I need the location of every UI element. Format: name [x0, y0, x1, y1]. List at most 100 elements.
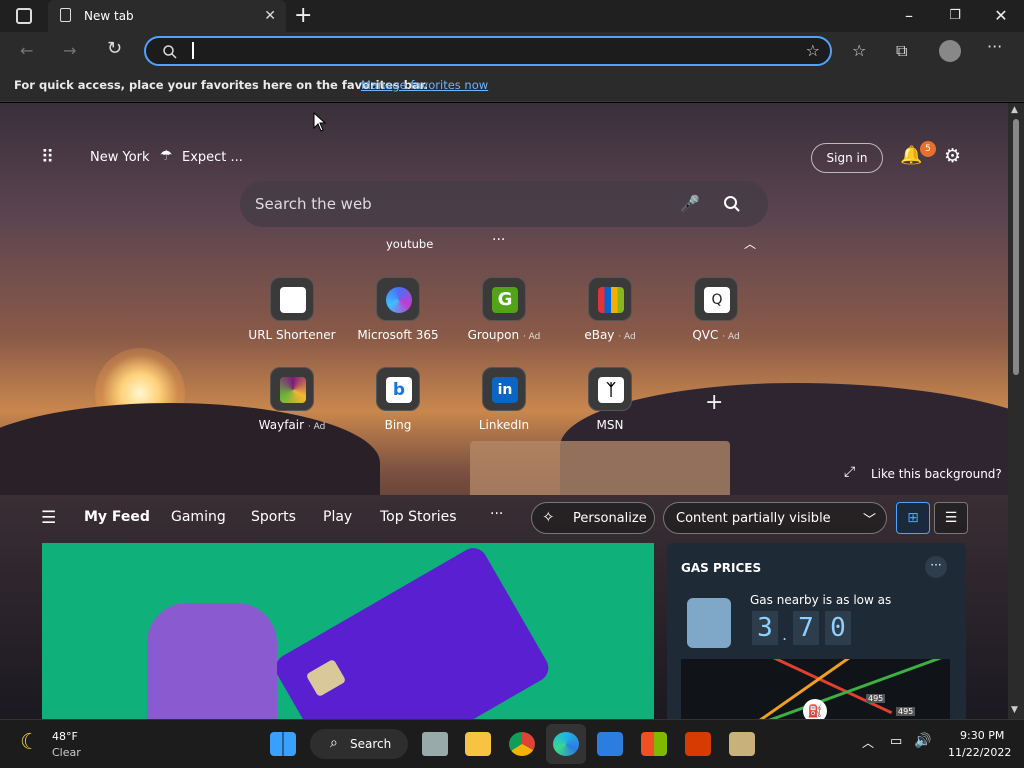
sign-in-button[interactable]: Sign in [811, 143, 883, 173]
tab-new-tab[interactable]: New tab ✕ [48, 0, 286, 32]
personalize-label: Personalize [573, 511, 647, 526]
taskbar-time[interactable]: 9:30 PM [960, 729, 1004, 742]
tab-play[interactable]: Play [323, 509, 352, 525]
web-search-icon[interactable] [723, 195, 741, 213]
new-tab-button[interactable]: + [294, 3, 312, 28]
more-icon[interactable]: ··· [987, 37, 1002, 56]
traffic-map[interactable]: 495 495 ⛽ [681, 659, 950, 719]
qvc-icon: Q [704, 287, 730, 313]
feed-more-icon[interactable]: ··· [490, 506, 503, 522]
web-search-input[interactable]: Search the web [255, 195, 372, 213]
scroll-up-icon[interactable]: ▲ [1011, 105, 1018, 115]
chevron-down-icon: ﹀ [862, 513, 876, 528]
ad-label: · Ad [618, 332, 636, 342]
chrome-icon[interactable] [509, 732, 535, 756]
add-favorite-icon[interactable]: ☆ [806, 41, 820, 60]
scrollbar-thumb[interactable] [1013, 119, 1019, 375]
quick-link-msn[interactable]: ᛉ [588, 367, 632, 411]
news-card-credit[interactable] [42, 543, 654, 719]
microphone-icon[interactable]: 🎤 [680, 194, 700, 213]
edge-icon[interactable] [553, 732, 579, 756]
minimize-icon[interactable]: – [894, 6, 924, 25]
mail-icon[interactable] [597, 732, 623, 756]
trending-more-icon[interactable]: ··· [492, 232, 505, 248]
list-view-button[interactable]: ☰ [934, 502, 968, 534]
price-digit-3: 0 [825, 611, 851, 645]
url-shortener-icon [280, 287, 306, 313]
quick-link-label-text: URL Shortener [248, 328, 336, 342]
taskbar-search-label: Search [350, 737, 392, 751]
gas-prices-widget[interactable]: GAS PRICES ··· Gas nearby is as low as 3… [667, 543, 966, 719]
start-button[interactable] [270, 732, 296, 756]
scroll-down-icon[interactable]: ▼ [1011, 705, 1018, 715]
widget-more-button[interactable]: ··· [925, 556, 947, 578]
trending-4[interactable]: youtube [386, 237, 433, 251]
personalize-button[interactable]: ✧ Personalize [531, 502, 655, 534]
msn-icon: ᛉ [598, 377, 624, 403]
manage-favorites-link[interactable]: Manage favorites now [361, 78, 488, 92]
page-icon [60, 8, 71, 22]
tab-my-feed[interactable]: My Feed [84, 509, 150, 525]
grid-view-button[interactable]: ⊞ [896, 502, 930, 534]
taskbar-search-button[interactable]: ⌕ Search [310, 729, 408, 759]
taskbar-condition[interactable]: Clear [52, 746, 81, 759]
taskbar-date[interactable]: 11/22/2022 [948, 746, 1011, 759]
bing-icon: b [386, 377, 412, 403]
collections-icon[interactable]: ⧉ [896, 41, 907, 61]
office-icon[interactable] [685, 732, 711, 756]
back-icon[interactable]: ← [20, 41, 33, 60]
palace [470, 441, 730, 501]
content-visibility-select[interactable]: Content partially visible ﹀ [663, 502, 887, 534]
page-scrollbar[interactable]: ▲ ▼ [1008, 103, 1024, 719]
volume-icon[interactable]: 🔊 [914, 733, 931, 749]
ad-label: · Ad [307, 422, 326, 432]
apps-grid-icon[interactable]: ⠿ [41, 147, 54, 168]
tab-sports[interactable]: Sports [251, 509, 296, 525]
taskbar-temp[interactable]: 48°F [52, 730, 78, 743]
quick-link-url-shortener[interactable] [270, 277, 314, 321]
gas-station-marker-icon[interactable]: ⛽ [803, 699, 827, 719]
collapse-chevron-icon[interactable]: ︿ [744, 235, 756, 252]
quick-link-label-text: Microsoft 365 [357, 328, 439, 342]
weather-moon-icon: ☾ [20, 730, 40, 755]
forward-icon[interactable]: → [63, 41, 76, 60]
network-icon[interactable]: ▭ [890, 734, 902, 749]
favorites-icon[interactable]: ☆ [852, 41, 866, 60]
notification-badge: 5 [920, 141, 936, 157]
tab-top-stories[interactable]: Top Stories [380, 509, 457, 525]
restore-icon[interactable]: ❐ [940, 8, 970, 23]
quick-link-bing[interactable]: b [376, 367, 420, 411]
show-hidden-icons[interactable]: ︿ [862, 734, 874, 751]
tab-actions-icon[interactable] [16, 8, 32, 24]
weather-summary[interactable]: Expect ... [182, 150, 243, 165]
quick-link-qvc[interactable]: Q [694, 277, 738, 321]
add-quick-link-icon[interactable]: + [705, 390, 723, 415]
address-bar[interactable]: ☆ [144, 36, 832, 66]
address-input[interactable] [192, 42, 194, 59]
app-icon[interactable] [729, 732, 755, 756]
quick-link-label-text: LinkedIn [478, 418, 530, 432]
close-tab-icon[interactable]: ✕ [264, 8, 276, 24]
refresh-icon[interactable]: ↻ [107, 38, 122, 59]
quick-link-label-text: QVC [692, 328, 719, 342]
quick-link-groupon[interactable]: G [482, 277, 526, 321]
quick-link-linkedin[interactable]: in [482, 367, 526, 411]
settings-gear-icon[interactable]: ⚙ [944, 145, 961, 167]
quick-link-microsoft-365[interactable] [376, 277, 420, 321]
umbrella-icon: ☂ [160, 148, 173, 164]
map-road [747, 659, 950, 719]
location-label[interactable]: New York [90, 150, 150, 165]
file-explorer-icon[interactable] [465, 732, 491, 756]
like-background-link[interactable]: Like this background? [871, 467, 1002, 481]
web-search-box[interactable]: Search the web 🎤 [240, 181, 768, 227]
quick-link-label: MSN [555, 418, 665, 432]
close-window-icon[interactable]: ✕ [986, 6, 1016, 25]
tab-gaming[interactable]: Gaming [171, 509, 226, 525]
feed-menu-icon[interactable]: ☰ [41, 508, 56, 528]
quick-link-ebay[interactable] [588, 277, 632, 321]
profile-avatar[interactable] [939, 40, 961, 62]
expand-background-icon[interactable]: ⤢ [844, 464, 855, 480]
store-icon[interactable] [641, 732, 667, 756]
quick-link-wayfair[interactable] [270, 367, 314, 411]
task-view-icon[interactable] [422, 732, 448, 756]
